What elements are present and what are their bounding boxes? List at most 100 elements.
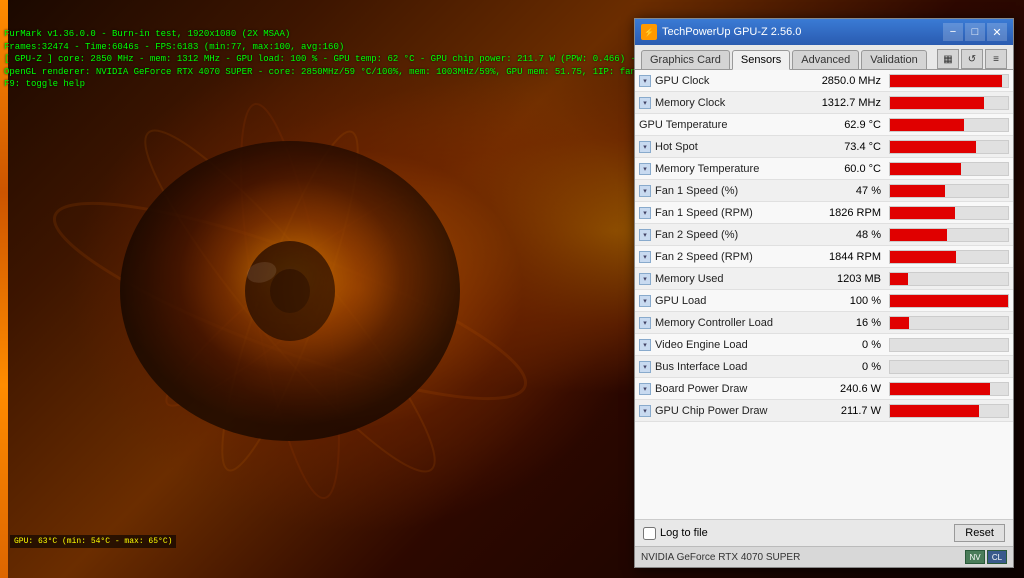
sensor-bar-10 xyxy=(890,295,1008,307)
tab-validation[interactable]: Validation xyxy=(861,50,927,69)
gpuz-title: TechPowerUp GPU-Z 2.56.0 xyxy=(662,26,801,38)
sensor-value-14: 240.6 W xyxy=(804,383,889,395)
sensors-list: ▾GPU Clock2850.0 MHz▾Memory Clock1312.7 … xyxy=(635,70,1013,519)
sensor-name-15: ▾GPU Chip Power Draw xyxy=(639,405,804,417)
gpuz-window: ⚡ TechPowerUp GPU-Z 2.56.0 − □ ✕ Graphic… xyxy=(634,18,1014,568)
sensor-name-4: ▾Memory Temperature xyxy=(639,163,804,175)
statusbar-icons: NV CL xyxy=(965,550,1007,564)
sensor-value-13: 0 % xyxy=(804,361,889,373)
sensor-row-7: ▾Fan 2 Speed (%)48 % xyxy=(635,224,1013,246)
sensor-value-9: 1203 MB xyxy=(804,273,889,285)
gpuz-footer: Log to file Reset xyxy=(635,519,1013,546)
sensor-bar-6 xyxy=(890,207,955,219)
sensor-bar-container-5 xyxy=(889,184,1009,198)
gpuz-titlebar: ⚡ TechPowerUp GPU-Z 2.56.0 − □ ✕ xyxy=(635,19,1013,45)
sensor-bar-3 xyxy=(890,141,976,153)
sensor-value-6: 1826 RPM xyxy=(804,207,889,219)
sensor-bar-15 xyxy=(890,405,979,417)
sensor-bar-8 xyxy=(890,251,956,263)
sensor-value-0: 2850.0 MHz xyxy=(804,75,889,87)
sensor-bar-1 xyxy=(890,97,984,109)
tab-sensors[interactable]: Sensors xyxy=(732,50,790,70)
sensor-dropdown-0[interactable]: ▾ xyxy=(639,75,651,87)
tab-graphics-card[interactable]: Graphics Card xyxy=(641,50,730,69)
sensor-dropdown-9[interactable]: ▾ xyxy=(639,273,651,285)
sensor-value-5: 47 % xyxy=(804,185,889,197)
sensor-bar-11 xyxy=(890,317,909,329)
gpuz-titlebar-left: ⚡ TechPowerUp GPU-Z 2.56.0 xyxy=(641,24,801,40)
sensor-name-7: ▾Fan 2 Speed (%) xyxy=(639,229,804,241)
sensor-name-10: ▾GPU Load xyxy=(639,295,804,307)
sensor-name-11: ▾Memory Controller Load xyxy=(639,317,804,329)
sensor-row-14: ▾Board Power Draw240.6 W xyxy=(635,378,1013,400)
sensor-row-9: ▾Memory Used1203 MB xyxy=(635,268,1013,290)
sensor-dropdown-7[interactable]: ▾ xyxy=(639,229,651,241)
sensor-row-6: ▾Fan 1 Speed (RPM)1826 RPM xyxy=(635,202,1013,224)
sensor-dropdown-4[interactable]: ▾ xyxy=(639,163,651,175)
sensor-bar-container-1 xyxy=(889,96,1009,110)
sensor-dropdown-3[interactable]: ▾ xyxy=(639,141,651,153)
sensor-dropdown-8[interactable]: ▾ xyxy=(639,251,651,263)
sensor-name-13: ▾Bus Interface Load xyxy=(639,361,804,373)
sensor-name-2: GPU Temperature xyxy=(639,119,804,131)
sensor-dropdown-12[interactable]: ▾ xyxy=(639,339,651,351)
gpuz-maximize-button[interactable]: □ xyxy=(965,23,985,41)
sensor-dropdown-14[interactable]: ▾ xyxy=(639,383,651,395)
sensor-value-2: 62.9 °C xyxy=(804,119,889,131)
sensor-bar-container-9 xyxy=(889,272,1009,286)
sensor-row-10: ▾GPU Load100 % xyxy=(635,290,1013,312)
sensor-bar-container-4 xyxy=(889,162,1009,176)
toolbar-refresh-button[interactable]: ↺ xyxy=(961,49,983,69)
sensor-row-3: ▾Hot Spot73.4 °C xyxy=(635,136,1013,158)
sensor-dropdown-11[interactable]: ▾ xyxy=(639,317,651,329)
sensor-bar-container-12 xyxy=(889,338,1009,352)
sensor-value-12: 0 % xyxy=(804,339,889,351)
sensor-row-1: ▾Memory Clock1312.7 MHz xyxy=(635,92,1013,114)
sensor-name-5: ▾Fan 1 Speed (%) xyxy=(639,185,804,197)
sensor-name-9: ▾Memory Used xyxy=(639,273,804,285)
tab-advanced[interactable]: Advanced xyxy=(792,50,859,69)
sensor-bar-container-13 xyxy=(889,360,1009,374)
sensor-name-1: ▾Memory Clock xyxy=(639,97,804,109)
sensor-bar-container-2 xyxy=(889,118,1009,132)
sensor-value-15: 211.7 W xyxy=(804,405,889,417)
sensor-bar-14 xyxy=(890,383,990,395)
sensor-value-11: 16 % xyxy=(804,317,889,329)
sensor-dropdown-5[interactable]: ▾ xyxy=(639,185,651,197)
sensor-bar-0 xyxy=(890,75,1002,87)
log-to-file-checkbox[interactable] xyxy=(643,527,656,540)
sensor-row-8: ▾Fan 2 Speed (RPM)1844 RPM xyxy=(635,246,1013,268)
sensor-bar-container-0 xyxy=(889,74,1009,88)
sensor-bar-container-10 xyxy=(889,294,1009,308)
sensor-bar-container-3 xyxy=(889,140,1009,154)
reset-button[interactable]: Reset xyxy=(954,524,1005,542)
gpu-name-status: NVIDIA GeForce RTX 4070 SUPER xyxy=(641,552,800,563)
toolbar-settings-button[interactable]: ≡ xyxy=(985,49,1007,69)
gpuz-icon: ⚡ xyxy=(641,24,657,40)
furmark-swirl-svg xyxy=(0,24,580,578)
sensor-bar-5 xyxy=(890,185,945,197)
sensor-row-11: ▾Memory Controller Load16 % xyxy=(635,312,1013,334)
sensor-value-10: 100 % xyxy=(804,295,889,307)
sensor-value-3: 73.4 °C xyxy=(804,141,889,153)
gpuz-close-button[interactable]: ✕ xyxy=(987,23,1007,41)
gpuz-minimize-button[interactable]: − xyxy=(943,23,963,41)
sensor-row-13: ▾Bus Interface Load0 % xyxy=(635,356,1013,378)
sensor-row-2: GPU Temperature62.9 °C xyxy=(635,114,1013,136)
toolbar-grid-button[interactable]: ▦ xyxy=(937,49,959,69)
sensor-value-1: 1312.7 MHz xyxy=(804,97,889,109)
sensor-dropdown-10[interactable]: ▾ xyxy=(639,295,651,307)
gpuz-statusbar: NVIDIA GeForce RTX 4070 SUPER NV CL xyxy=(635,546,1013,567)
log-to-file-label: Log to file xyxy=(660,527,708,539)
sensor-dropdown-6[interactable]: ▾ xyxy=(639,207,651,219)
sensor-name-12: ▾Video Engine Load xyxy=(639,339,804,351)
gpuz-window-controls: − □ ✕ xyxy=(943,23,1007,41)
sensor-name-3: ▾Hot Spot xyxy=(639,141,804,153)
sensor-dropdown-15[interactable]: ▾ xyxy=(639,405,651,417)
furmark-graph-label: GPU: 63°C (min: 54°C - max: 65°C) xyxy=(10,535,176,548)
sensor-row-4: ▾Memory Temperature60.0 °C xyxy=(635,158,1013,180)
sensor-value-4: 60.0 °C xyxy=(804,163,889,175)
sensor-dropdown-13[interactable]: ▾ xyxy=(639,361,651,373)
sensor-dropdown-1[interactable]: ▾ xyxy=(639,97,651,109)
sensor-bar-container-6 xyxy=(889,206,1009,220)
